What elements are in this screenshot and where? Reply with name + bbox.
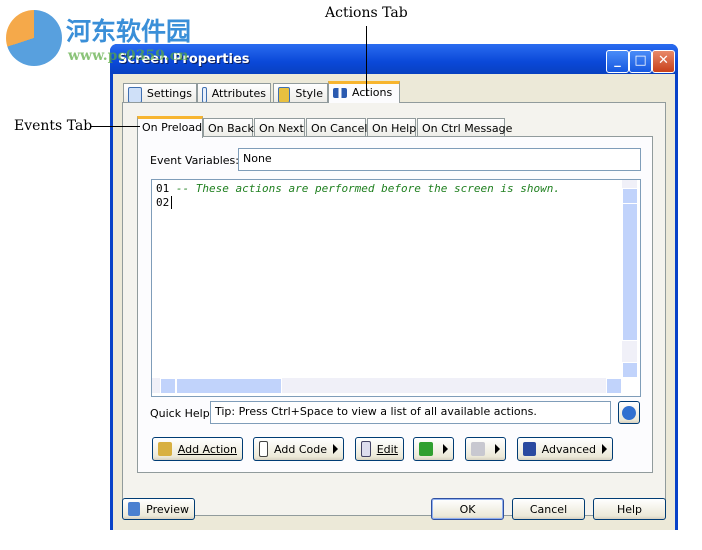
disk-icon bbox=[523, 442, 536, 456]
edit-button[interactable]: Edit bbox=[355, 437, 404, 461]
vertical-scrollbar[interactable] bbox=[622, 180, 638, 378]
code-line: 01 -- These actions are performed before… bbox=[156, 182, 560, 196]
watermark-text: 河东软件园 bbox=[66, 17, 192, 46]
move-button[interactable] bbox=[413, 437, 454, 461]
title-bar[interactable]: Screen Properties _ □ ✕ bbox=[110, 44, 678, 74]
event-variables-field[interactable]: None bbox=[238, 148, 641, 171]
close-button[interactable]: ✕ bbox=[652, 50, 675, 73]
minimize-button[interactable]: _ bbox=[606, 50, 629, 73]
dropdown-arrow-icon bbox=[495, 444, 500, 454]
code-comment: -- These actions are performed before th… bbox=[175, 182, 560, 195]
tab-on-help[interactable]: On Help bbox=[367, 118, 416, 138]
line-number: 01 bbox=[156, 182, 170, 195]
tab-style[interactable]: Style bbox=[273, 83, 328, 103]
flow-icon bbox=[333, 88, 347, 98]
tab-attributes[interactable]: Attributes bbox=[197, 83, 271, 103]
dialog-body: Settings Attributes Style Actions On Pre… bbox=[113, 74, 675, 530]
cancel-button[interactable]: Cancel bbox=[512, 498, 585, 520]
dropdown-arrow-icon bbox=[443, 444, 448, 454]
wand-icon bbox=[158, 442, 172, 456]
tab-actions[interactable]: Actions bbox=[328, 81, 400, 103]
pencil-icon bbox=[128, 87, 142, 103]
tab-settings[interactable]: Settings bbox=[123, 83, 197, 103]
actions-panel: On Preload On Back On Next On Cancel On … bbox=[122, 102, 666, 516]
tools-button[interactable] bbox=[465, 437, 506, 461]
annotation-events-tab: Events Tab bbox=[14, 118, 93, 134]
event-variables-label: Event Variables: bbox=[150, 154, 239, 167]
watermark-logo bbox=[6, 10, 62, 66]
scroll-up-button[interactable] bbox=[622, 188, 638, 204]
tab-on-preload[interactable]: On Preload bbox=[137, 116, 203, 138]
scroll-thumb[interactable] bbox=[622, 203, 638, 341]
cube-icon bbox=[471, 442, 485, 456]
tab-on-cancel[interactable]: On Cancel bbox=[306, 118, 367, 138]
scroll-thumb[interactable] bbox=[176, 378, 282, 394]
preview-icon bbox=[128, 502, 141, 516]
scroll-down-button[interactable] bbox=[622, 362, 638, 378]
help-button[interactable]: Help bbox=[593, 498, 666, 520]
separator bbox=[113, 524, 675, 525]
annotation-actions-tab: Actions Tab bbox=[325, 5, 408, 21]
green-arrow-icon bbox=[419, 442, 433, 456]
watermark-url: www.pc0359.cn bbox=[68, 48, 189, 64]
scroll-left-button[interactable] bbox=[160, 378, 176, 394]
scroll-right-button[interactable] bbox=[606, 378, 622, 394]
code-editor[interactable]: 01 -- These actions are performed before… bbox=[151, 179, 641, 397]
code-line: 02 bbox=[156, 196, 173, 210]
window-icon bbox=[202, 87, 207, 103]
screen-properties-dialog: Screen Properties _ □ ✕ Settings Attribu… bbox=[110, 44, 678, 530]
quick-help-field: Tip: Press Ctrl+Space to view a list of … bbox=[210, 401, 611, 424]
tab-on-ctrl-message[interactable]: On Ctrl Message bbox=[417, 118, 512, 138]
paint-icon bbox=[278, 87, 291, 103]
help-icon bbox=[622, 405, 636, 420]
dropdown-arrow-icon bbox=[602, 444, 607, 454]
dropdown-arrow-icon bbox=[333, 444, 338, 454]
annotation-line bbox=[90, 126, 140, 127]
annotation-line bbox=[366, 26, 367, 96]
ok-button[interactable]: OK bbox=[431, 498, 504, 520]
horizontal-scrollbar[interactable] bbox=[152, 378, 622, 394]
add-action-button[interactable]: Add Action bbox=[152, 437, 243, 461]
quick-help-label: Quick Help: bbox=[150, 407, 214, 420]
line-number: 02 bbox=[156, 196, 170, 209]
maximize-button[interactable]: □ bbox=[629, 50, 652, 73]
code-icon bbox=[259, 441, 269, 457]
edit-icon bbox=[361, 441, 371, 457]
tab-on-next[interactable]: On Next bbox=[254, 118, 305, 138]
tab-on-back[interactable]: On Back bbox=[203, 118, 254, 138]
advanced-button[interactable]: Advanced bbox=[517, 437, 613, 461]
preview-button[interactable]: Preview bbox=[122, 498, 195, 520]
add-code-button[interactable]: Add Code bbox=[253, 437, 344, 461]
event-panel: Event Variables: None 01 -- These action… bbox=[137, 136, 653, 473]
quick-help-button[interactable] bbox=[618, 401, 640, 424]
